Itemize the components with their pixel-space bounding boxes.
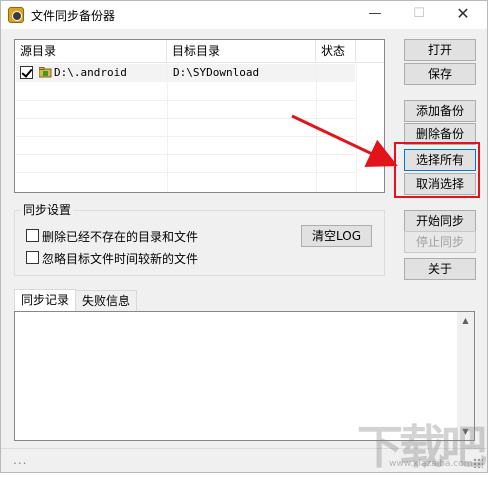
- watermark-url: www.xiazaiba.com: [389, 459, 473, 469]
- app-window: 文件同步备份器 — ☐ ✕ 源目录 目标目录 状态 D:\.android D:…: [0, 0, 488, 474]
- annotation-arrow-icon: [291, 114, 398, 167]
- annotation-highlight-box: [394, 142, 480, 198]
